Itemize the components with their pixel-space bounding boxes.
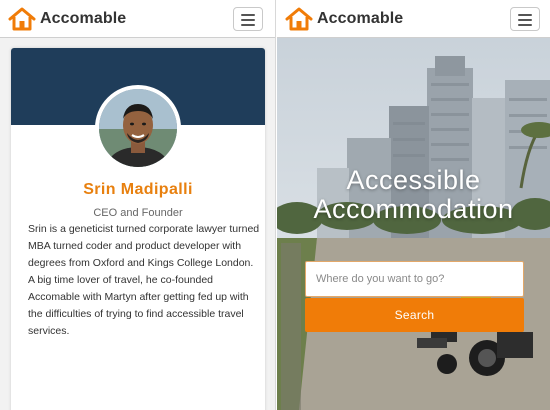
brand-logo[interactable]: Accomable bbox=[285, 7, 403, 31]
brand-name: Accomable bbox=[40, 10, 127, 27]
house-icon bbox=[285, 7, 313, 31]
hero-background-image bbox=[277, 38, 550, 410]
menu-button[interactable] bbox=[510, 7, 540, 31]
home-screen: Accessible Accommodation Search Accomabl… bbox=[277, 0, 550, 410]
hamburger-line bbox=[518, 19, 532, 21]
house-icon bbox=[8, 7, 36, 31]
brand-name: Accomable bbox=[317, 10, 404, 27]
hero-title: Accessible Accommodation bbox=[313, 165, 514, 224]
hamburger-menu-icon bbox=[241, 14, 255, 16]
profile-card: Srin Madipalli CEO and Founder Srin is a… bbox=[11, 48, 265, 410]
destination-search-input[interactable] bbox=[305, 261, 524, 297]
brand-logo[interactable]: Accomable bbox=[8, 7, 126, 31]
top-navbar: Accomable bbox=[277, 0, 550, 38]
menu-button[interactable] bbox=[233, 7, 263, 31]
avatar bbox=[95, 85, 181, 171]
profile-bio: Srin is a geneticist turned corporate la… bbox=[28, 223, 260, 337]
profile-role: CEO and Founder bbox=[93, 207, 183, 219]
top-navbar: Accomable bbox=[0, 0, 275, 38]
search-button[interactable]: Search bbox=[305, 298, 524, 332]
hamburger-line bbox=[518, 24, 532, 26]
hamburger-line bbox=[241, 24, 255, 26]
profile-name: Srin Madipalli bbox=[83, 181, 193, 198]
hamburger-line bbox=[241, 19, 255, 21]
hero-section: Accessible Accommodation Search bbox=[277, 38, 550, 410]
profile-screen: Accomable Srin Madipalli CEO and Founder… bbox=[0, 0, 276, 410]
hamburger-menu-icon bbox=[518, 14, 532, 16]
